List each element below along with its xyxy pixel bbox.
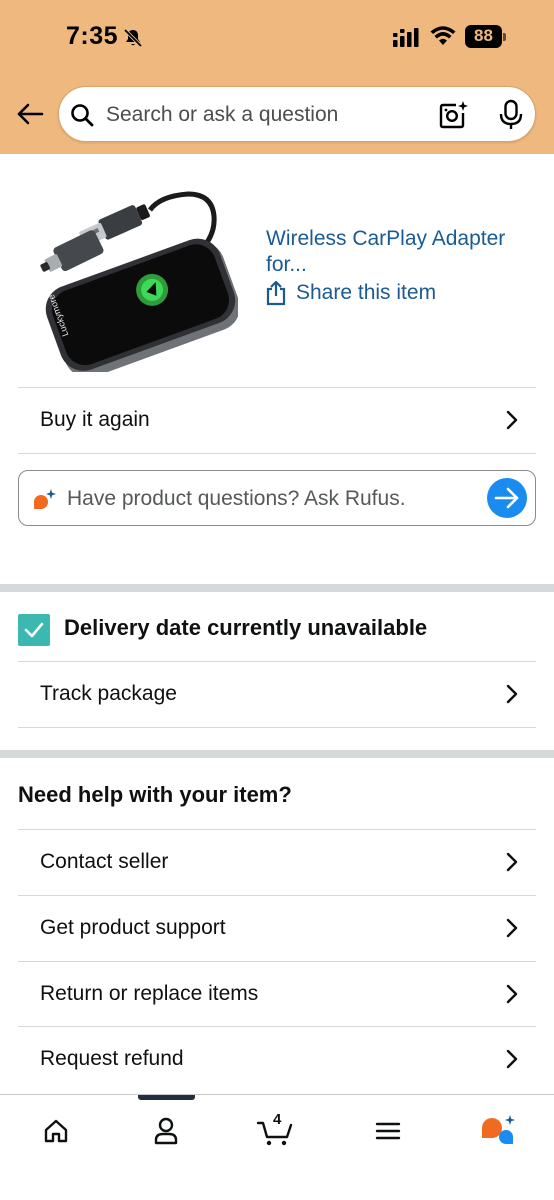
home-icon [44, 1119, 68, 1143]
divider [18, 453, 536, 454]
buy-it-again-label: Buy it again [40, 408, 150, 431]
battery-level: 88 [474, 26, 493, 45]
checkmark-icon [24, 622, 44, 638]
delivery-status-check [18, 614, 50, 646]
contact-seller-label: Contact seller [40, 850, 169, 873]
section-divider [0, 750, 554, 758]
delivery-status: Delivery date currently unavailable [64, 615, 428, 640]
app-header: 7:35 88 Search or ask a question [0, 0, 554, 154]
chevron-right-icon [506, 984, 518, 1004]
share-item-label: Share this item [296, 281, 437, 304]
bottom-navigation: 4 [0, 1094, 554, 1200]
nav-rufus[interactable] [470, 1109, 526, 1153]
microphone-icon[interactable] [497, 99, 525, 131]
product-support-row[interactable]: Get product support [18, 896, 536, 960]
nav-account[interactable] [138, 1109, 194, 1153]
search-input[interactable]: Search or ask a question [106, 103, 338, 127]
product-title-link[interactable]: Wireless CarPlay Adapter for... [266, 226, 528, 278]
cart-count-badge: 4 [273, 1111, 282, 1128]
menu-icon [375, 1122, 401, 1140]
bell-slash-icon [123, 28, 143, 48]
chevron-right-icon [506, 410, 518, 430]
divider [18, 727, 536, 728]
help-section-heading: Need help with your item? [18, 782, 292, 807]
contact-seller-row[interactable]: Contact seller [18, 830, 536, 894]
track-package-label: Track package [40, 682, 177, 705]
request-refund-label: Request refund [40, 1047, 184, 1070]
arrow-left-icon [17, 103, 44, 125]
chevron-right-icon [506, 684, 518, 704]
rufus-placeholder: Have product questions? Ask Rufus. [67, 487, 406, 510]
search-bar[interactable]: Search or ask a question [58, 86, 536, 142]
back-button[interactable] [12, 96, 48, 132]
return-replace-label: Return or replace items [40, 982, 259, 1005]
nav-menu[interactable] [360, 1109, 416, 1153]
account-icon [154, 1117, 178, 1145]
active-tab-indicator [138, 1095, 195, 1100]
search-icon [71, 104, 94, 127]
chevron-right-icon [506, 852, 518, 872]
status-bar: 7:35 88 [0, 0, 554, 72]
share-icon [266, 280, 286, 306]
chevron-right-icon [506, 1049, 518, 1069]
rufus-question-input[interactable]: Have product questions? Ask Rufus. [18, 470, 536, 526]
request-refund-row[interactable]: Request refund [18, 1027, 536, 1091]
section-divider [0, 584, 554, 592]
cellular-signal-icon [393, 28, 419, 47]
rufus-submit-button[interactable] [487, 478, 527, 518]
nav-cart[interactable]: 4 [248, 1109, 304, 1153]
buy-it-again-row[interactable]: Buy it again [18, 388, 536, 452]
battery-indicator: 88 [465, 25, 507, 48]
share-item-link[interactable]: Share this item [264, 280, 436, 306]
product-image[interactable]: Luckymore [38, 182, 238, 372]
track-package-row[interactable]: Track package [18, 662, 536, 726]
arrow-right-icon [494, 487, 519, 509]
rufus-sparkle-icon [34, 489, 56, 509]
nav-home[interactable] [28, 1109, 84, 1153]
status-time: 7:35 [66, 22, 119, 50]
camera-search-icon[interactable] [437, 99, 469, 131]
product-support-label: Get product support [40, 916, 226, 939]
rufus-icon [482, 1115, 515, 1144]
wifi-icon [430, 26, 456, 45]
chevron-right-icon [506, 918, 518, 938]
return-replace-row[interactable]: Return or replace items [18, 962, 536, 1026]
